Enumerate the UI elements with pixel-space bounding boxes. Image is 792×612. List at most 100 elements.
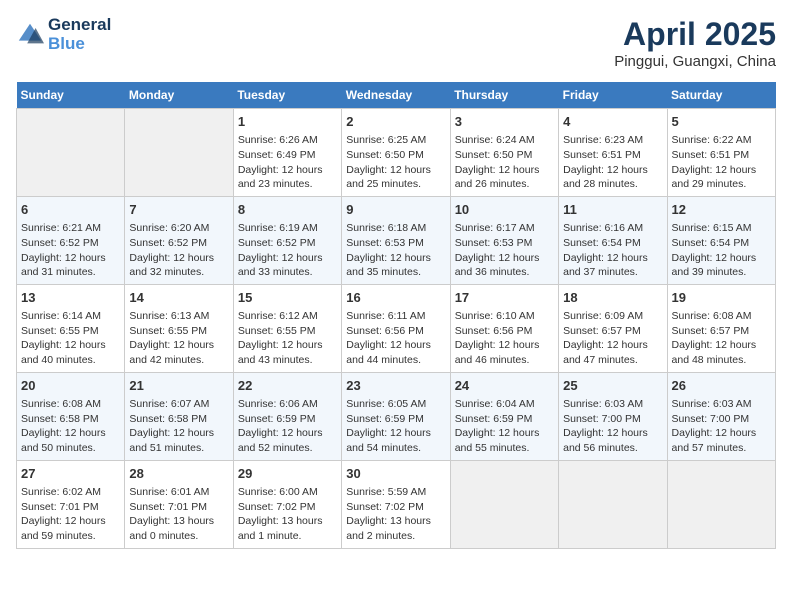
week-row-4: 20Sunrise: 6:08 AMSunset: 6:58 PMDayligh… — [17, 372, 776, 460]
daylight-text: Daylight: 12 hours and 52 minutes. — [238, 426, 337, 455]
sunrise-text: Sunrise: 6:25 AM — [346, 133, 445, 148]
day-number: 30 — [346, 465, 445, 483]
daylight-text: Daylight: 13 hours and 2 minutes. — [346, 514, 445, 543]
sunrise-text: Sunrise: 6:10 AM — [455, 309, 554, 324]
calendar-header-row: SundayMondayTuesdayWednesdayThursdayFrid… — [17, 82, 776, 109]
daylight-text: Daylight: 12 hours and 56 minutes. — [563, 426, 662, 455]
sunrise-text: Sunrise: 6:05 AM — [346, 397, 445, 412]
calendar-cell: 29Sunrise: 6:00 AMSunset: 7:02 PMDayligh… — [233, 460, 341, 548]
calendar-cell: 18Sunrise: 6:09 AMSunset: 6:57 PMDayligh… — [559, 284, 667, 372]
sunset-text: Sunset: 6:51 PM — [672, 148, 771, 163]
sunset-text: Sunset: 6:52 PM — [238, 236, 337, 251]
calendar-cell: 30Sunrise: 5:59 AMSunset: 7:02 PMDayligh… — [342, 460, 450, 548]
week-row-5: 27Sunrise: 6:02 AMSunset: 7:01 PMDayligh… — [17, 460, 776, 548]
calendar-cell — [125, 109, 233, 197]
sunset-text: Sunset: 6:50 PM — [346, 148, 445, 163]
calendar-cell: 16 Sunrise: 6:11 AMSunset: 6:56 PMDayligh… — [342, 284, 450, 372]
sunrise-text: Sunrise: 6:17 AM — [455, 221, 554, 236]
daylight-text: Daylight: 12 hours and 44 minutes. — [346, 338, 445, 367]
title-area: April 2025 Pinggui, Guangxi, China — [614, 16, 776, 70]
sunset-text: Sunset: 6:52 PM — [129, 236, 228, 251]
daylight-text: Daylight: 12 hours and 55 minutes. — [455, 426, 554, 455]
sunrise-text: Sunrise: 6:14 AM — [21, 309, 120, 324]
day-number: 28 — [129, 465, 228, 483]
day-number: 16 — [346, 289, 445, 307]
calendar-cell: 1Sunrise: 6:26 AMSunset: 6:49 PMDaylight… — [233, 109, 341, 197]
sunset-text: Sunset: 7:01 PM — [21, 500, 120, 515]
sunset-text: Sunset: 7:02 PM — [238, 500, 337, 515]
day-number: 14 — [129, 289, 228, 307]
col-header-saturday: Saturday — [667, 82, 775, 109]
calendar-cell: 23Sunrise: 6:05 AMSunset: 6:59 PMDayligh… — [342, 372, 450, 460]
sunrise-text: Sunrise: 6:09 AM — [563, 309, 662, 324]
calendar-cell: 20Sunrise: 6:08 AMSunset: 6:58 PMDayligh… — [17, 372, 125, 460]
col-header-tuesday: Tuesday — [233, 82, 341, 109]
calendar-cell: 11Sunrise: 6:16 AMSunset: 6:54 PMDayligh… — [559, 196, 667, 284]
sunrise-text: Sunrise: 6:08 AM — [672, 309, 771, 324]
day-number: 4 — [563, 113, 662, 131]
day-number: 23 — [346, 377, 445, 395]
sunset-text: Sunset: 7:02 PM — [346, 500, 445, 515]
sunrise-text: Sunrise: 6:24 AM — [455, 133, 554, 148]
calendar-cell: 7 Sunrise: 6:20 AMSunset: 6:52 PMDaylight… — [125, 196, 233, 284]
calendar-cell: 14Sunrise: 6:13 AMSunset: 6:55 PMDayligh… — [125, 284, 233, 372]
day-number: 26 — [672, 377, 771, 395]
calendar-cell: 27Sunrise: 6:02 AMSunset: 7:01 PMDayligh… — [17, 460, 125, 548]
daylight-text: Daylight: 12 hours and 37 minutes. — [563, 251, 662, 280]
sunrise-text: Sunrise: 6:15 AM — [672, 221, 771, 236]
sunset-text: Sunset: 6:50 PM — [455, 148, 554, 163]
daylight-text: Daylight: 12 hours and 57 minutes. — [672, 426, 771, 455]
day-number: 29 — [238, 465, 337, 483]
daylight-text: Daylight: 12 hours and 40 minutes. — [21, 338, 120, 367]
daylight-text: Daylight: 12 hours and 35 minutes. — [346, 251, 445, 280]
calendar-cell — [559, 460, 667, 548]
calendar-cell — [450, 460, 558, 548]
calendar-cell: 28Sunrise: 6:01 AMSunset: 7:01 PMDayligh… — [125, 460, 233, 548]
main-title: April 2025 — [614, 16, 776, 53]
calendar-cell: 9Sunrise: 6:18 AMSunset: 6:53 PMDaylight… — [342, 196, 450, 284]
day-number: 13 — [21, 289, 120, 307]
day-number: 27 — [21, 465, 120, 483]
sunset-text: Sunset: 6:56 PM — [455, 324, 554, 339]
day-number: 11 — [563, 201, 662, 219]
sunrise-text: Sunrise: 6:00 AM — [238, 485, 337, 500]
daylight-text: Daylight: 12 hours and 36 minutes. — [455, 251, 554, 280]
day-number: 7 — [129, 201, 228, 219]
calendar-cell: 3Sunrise: 6:24 AMSunset: 6:50 PMDaylight… — [450, 109, 558, 197]
daylight-text: Daylight: 12 hours and 32 minutes. — [129, 251, 228, 280]
calendar-cell: 21Sunrise: 6:07 AMSunset: 6:58 PMDayligh… — [125, 372, 233, 460]
sunrise-text: Sunrise: 6:21 AM — [21, 221, 120, 236]
sunset-text: Sunset: 7:00 PM — [672, 412, 771, 427]
calendar-cell: 13Sunrise: 6:14 AMSunset: 6:55 PMDayligh… — [17, 284, 125, 372]
calendar-cell: 4Sunrise: 6:23 AMSunset: 6:51 PMDaylight… — [559, 109, 667, 197]
sunset-text: Sunset: 6:55 PM — [238, 324, 337, 339]
calendar-cell — [17, 109, 125, 197]
sunrise-text: Sunrise: 6:03 AM — [563, 397, 662, 412]
sunrise-text: Sunrise: 6:11 AM — [346, 309, 445, 324]
sunrise-text: Sunrise: 6:06 AM — [238, 397, 337, 412]
col-header-wednesday: Wednesday — [342, 82, 450, 109]
day-number: 25 — [563, 377, 662, 395]
daylight-text: Daylight: 12 hours and 48 minutes. — [672, 338, 771, 367]
calendar-cell: 25 Sunrise: 6:03 AMSunset: 7:00 PMDayligh… — [559, 372, 667, 460]
sunset-text: Sunset: 7:00 PM — [563, 412, 662, 427]
day-number: 10 — [455, 201, 554, 219]
daylight-text: Daylight: 12 hours and 42 minutes. — [129, 338, 228, 367]
sunset-text: Sunset: 6:57 PM — [563, 324, 662, 339]
daylight-text: Daylight: 12 hours and 25 minutes. — [346, 163, 445, 192]
day-number: 17 — [455, 289, 554, 307]
sunset-text: Sunset: 6:59 PM — [455, 412, 554, 427]
day-number: 18 — [563, 289, 662, 307]
calendar-cell: 2Sunrise: 6:25 AMSunset: 6:50 PMDaylight… — [342, 109, 450, 197]
sunset-text: Sunset: 6:59 PM — [238, 412, 337, 427]
sunrise-text: Sunrise: 6:04 AM — [455, 397, 554, 412]
sunset-text: Sunset: 6:56 PM — [346, 324, 445, 339]
day-number: 3 — [455, 113, 554, 131]
sunrise-text: Sunrise: 6:20 AM — [129, 221, 228, 236]
calendar-table: SundayMondayTuesdayWednesdayThursdayFrid… — [16, 82, 776, 549]
calendar-cell: 22Sunrise: 6:06 AMSunset: 6:59 PMDayligh… — [233, 372, 341, 460]
sunrise-text: Sunrise: 6:08 AM — [21, 397, 120, 412]
daylight-text: Daylight: 12 hours and 28 minutes. — [563, 163, 662, 192]
sunset-text: Sunset: 6:58 PM — [129, 412, 228, 427]
daylight-text: Daylight: 12 hours and 59 minutes. — [21, 514, 120, 543]
